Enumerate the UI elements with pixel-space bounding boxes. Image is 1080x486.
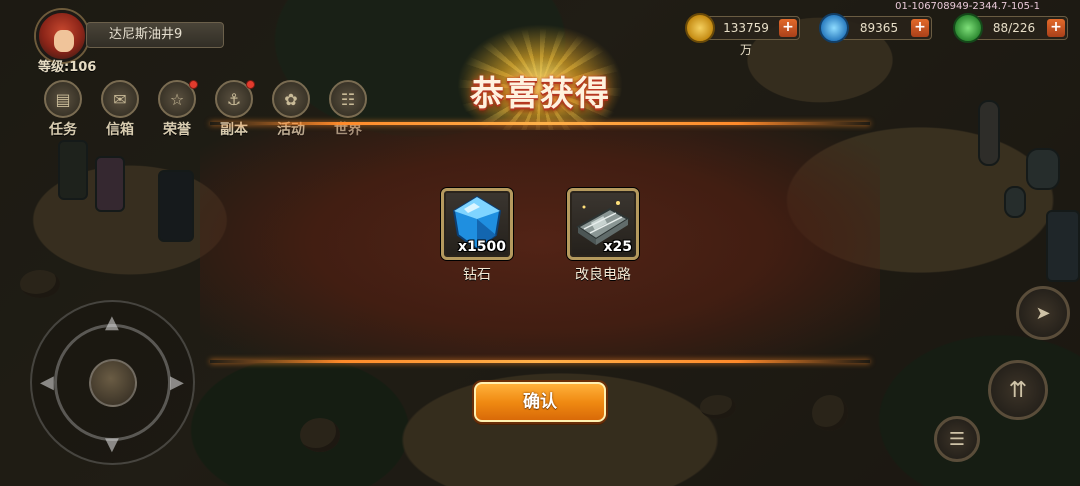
joystick-down-arrow-icon: ▼ [105, 434, 119, 455]
gold-resource: 133759万 + [685, 13, 800, 57]
diamond-name: 钻石 [463, 267, 491, 283]
reward-item-circuit[interactable]: x25 改良电路 [566, 188, 640, 284]
circuit-count: x25 [603, 239, 632, 255]
gold-add-button[interactable]: + [779, 19, 797, 37]
list-icon: ☰ [948, 428, 966, 450]
joystick-knob[interactable] [89, 359, 137, 407]
player-avatar[interactable] [36, 10, 88, 62]
reward-item-diamond[interactable]: x1500 钻石 [440, 188, 514, 284]
energy-resource: 88/226 + [953, 13, 1068, 43]
reward-title: 恭喜获得 [470, 74, 610, 114]
jump-button[interactable]: ⇈ [988, 360, 1048, 420]
list-menu-button[interactable]: ☰ [934, 416, 980, 462]
joystick-right-arrow-icon: ▶ [170, 372, 184, 393]
energy-leaf-icon [953, 13, 983, 43]
gold-coin-icon [685, 13, 715, 43]
menu-task-label: 任务 [49, 122, 77, 138]
movement-joystick[interactable]: ▲ ▼ ◀ ▶ [30, 300, 195, 465]
crystal-resource: 89365 + [819, 13, 932, 43]
panel-bottom-divider [210, 360, 870, 363]
circuit-name: 改良电路 [575, 267, 631, 283]
menu-honor-label: 荣誉 [163, 122, 191, 138]
build-id-text: 01-106708949-2344.7-105-1 [895, 1, 1040, 12]
joystick-left-arrow-icon: ◀ [40, 372, 54, 393]
confirm-button[interactable]: 确认 [474, 382, 606, 422]
double-chevron-up-icon: ⇈ [1008, 377, 1028, 403]
diamond-count: x1500 [458, 239, 506, 255]
joystick-up-arrow-icon: ▲ [105, 312, 119, 333]
gold-value: 133759万 [723, 21, 769, 57]
crystal-add-button[interactable]: + [911, 19, 929, 37]
vehicle-skill-button[interactable]: ➤ [1016, 286, 1070, 340]
crystal-icon [819, 13, 849, 43]
panel-top-divider [210, 122, 870, 125]
reward-panel [200, 122, 880, 362]
energy-value: 88/226 [992, 21, 1036, 35]
player-name: 达尼斯油井9 [86, 22, 224, 48]
crystal-value: 89365 [859, 21, 899, 35]
menu-mailbox-label: 信箱 [106, 122, 134, 138]
energy-add-button[interactable]: + [1047, 19, 1065, 37]
cannon-icon: ➤ [1035, 302, 1051, 324]
